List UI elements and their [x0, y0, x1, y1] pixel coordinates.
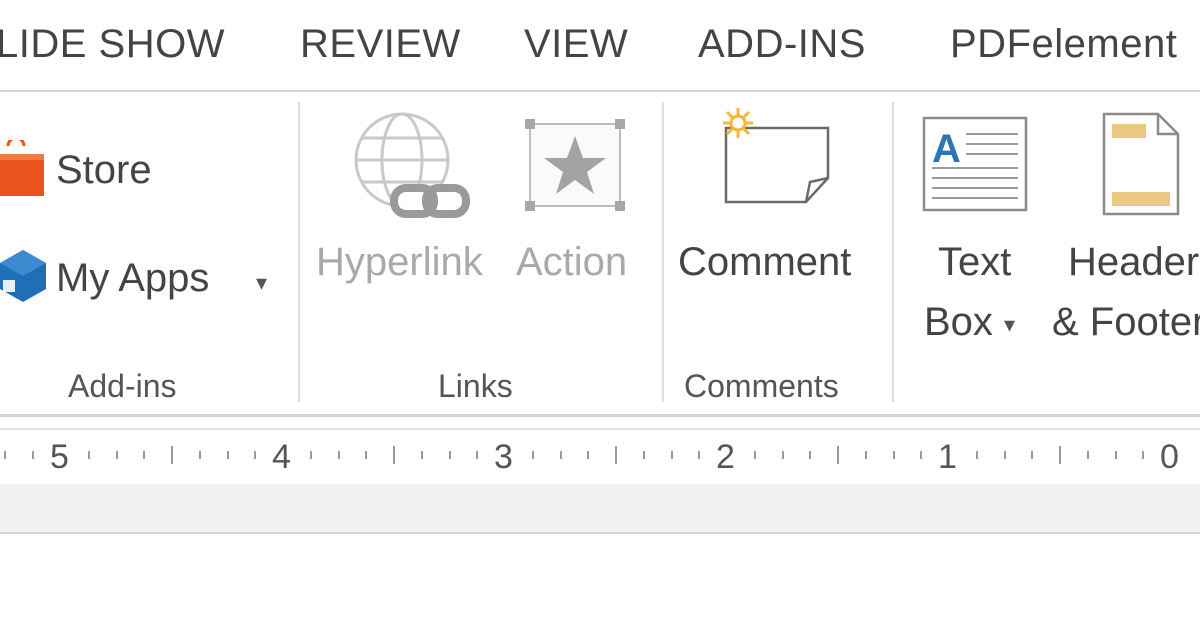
group-label-links: Links — [438, 368, 513, 404]
ruler-tick — [32, 451, 34, 459]
group-divider — [892, 102, 894, 402]
star-action-icon — [525, 119, 625, 211]
ruler-tick — [1031, 451, 1034, 459]
text-box-icon: A — [922, 116, 1028, 212]
tab-review[interactable]: REVIEW — [300, 22, 461, 67]
ruler-tick — [476, 451, 479, 459]
ruler-tick — [4, 451, 6, 459]
ruler-tick — [1114, 451, 1117, 459]
ruler-tick — [670, 451, 673, 459]
globe-link-icon — [354, 112, 470, 218]
ruler-tick — [559, 451, 562, 459]
header-footer-icon — [1102, 112, 1180, 216]
ruler-tick — [615, 446, 617, 464]
ruler-tick — [1003, 451, 1006, 459]
text-box-dropdown-arrow-icon[interactable]: ▾ — [1004, 312, 1015, 338]
group-divider — [298, 102, 300, 402]
ruler-number: 4 — [272, 438, 291, 476]
ruler-tick — [1086, 451, 1089, 459]
group-label-add-ins: Add-ins — [68, 368, 177, 404]
ruler-tick — [1059, 446, 1061, 464]
ruler-tick — [1142, 451, 1145, 459]
horizontal-ruler[interactable]: 5 4 3 2 1 0 — [0, 428, 1200, 486]
ruler-bottom-strip — [0, 484, 1200, 534]
ribbon-panel: Store My Apps ▾ Add-ins Hyperlink Action… — [0, 92, 1200, 414]
ruler-tick — [448, 451, 451, 459]
comment-label: Comment — [678, 240, 852, 284]
action-label: Action — [516, 240, 628, 284]
ruler-tick — [781, 451, 784, 459]
ruler-tick — [115, 451, 118, 459]
ruler-tick — [642, 451, 645, 459]
header-footer-label-line2: & Footer — [1052, 300, 1200, 344]
tab-pdfelement[interactable]: PDFelement — [950, 22, 1177, 67]
svg-text:A: A — [932, 127, 961, 171]
tab-slide-show[interactable]: LIDE SHOW — [0, 22, 225, 67]
ruler-tick — [254, 451, 257, 459]
group-divider — [662, 102, 664, 402]
my-apps-cube-icon — [0, 250, 46, 302]
ruler-tick — [309, 451, 312, 459]
ruler-tick — [892, 451, 895, 459]
ruler-tick — [226, 451, 229, 459]
my-apps-label: My Apps — [56, 256, 210, 300]
store-label: Store — [56, 148, 152, 192]
ruler-tick — [698, 451, 701, 459]
ruler-number: 2 — [716, 438, 735, 476]
ruler-tick — [920, 451, 923, 459]
ruler-tick — [587, 451, 590, 459]
ruler-tick — [143, 451, 146, 459]
group-label-comments: Comments — [684, 368, 839, 404]
ruler-tick — [975, 451, 978, 459]
ruler-tick — [87, 451, 90, 459]
tab-view[interactable]: VIEW — [524, 22, 628, 67]
header-footer-label-line1: Header — [1068, 240, 1200, 284]
ruler-number: 0 — [1160, 438, 1179, 476]
ruler-number: 1 — [938, 438, 957, 476]
ruler-tick — [753, 451, 756, 459]
ruler-tick — [809, 451, 812, 459]
ruler-number: 3 — [494, 438, 513, 476]
hyperlink-label: Hyperlink — [316, 240, 483, 284]
ruler-tick — [393, 446, 395, 464]
ruler-number: 5 — [50, 438, 69, 476]
ruler-tick — [864, 451, 867, 459]
ruler-tick — [531, 451, 534, 459]
ruler-tick — [171, 446, 173, 464]
text-box-label-line1: Text — [938, 240, 1012, 284]
comment-note-icon — [723, 108, 830, 204]
ruler-tick — [337, 451, 340, 459]
ruler-tick — [420, 451, 423, 459]
store-bag-icon — [0, 140, 44, 196]
ribbon-tab-bar: LIDE SHOW REVIEW VIEW ADD-INS PDFelement — [0, 0, 1200, 92]
tab-add-ins[interactable]: ADD-INS — [698, 22, 866, 67]
slide-canvas-area[interactable] — [0, 534, 1200, 630]
ruler-tick — [198, 451, 201, 459]
my-apps-dropdown-arrow-icon[interactable]: ▾ — [256, 270, 267, 296]
text-box-label-line2: Box — [924, 300, 993, 344]
ribbon-bottom-border — [0, 414, 1200, 417]
ruler-tick — [837, 446, 839, 464]
ruler-tick — [365, 451, 368, 459]
